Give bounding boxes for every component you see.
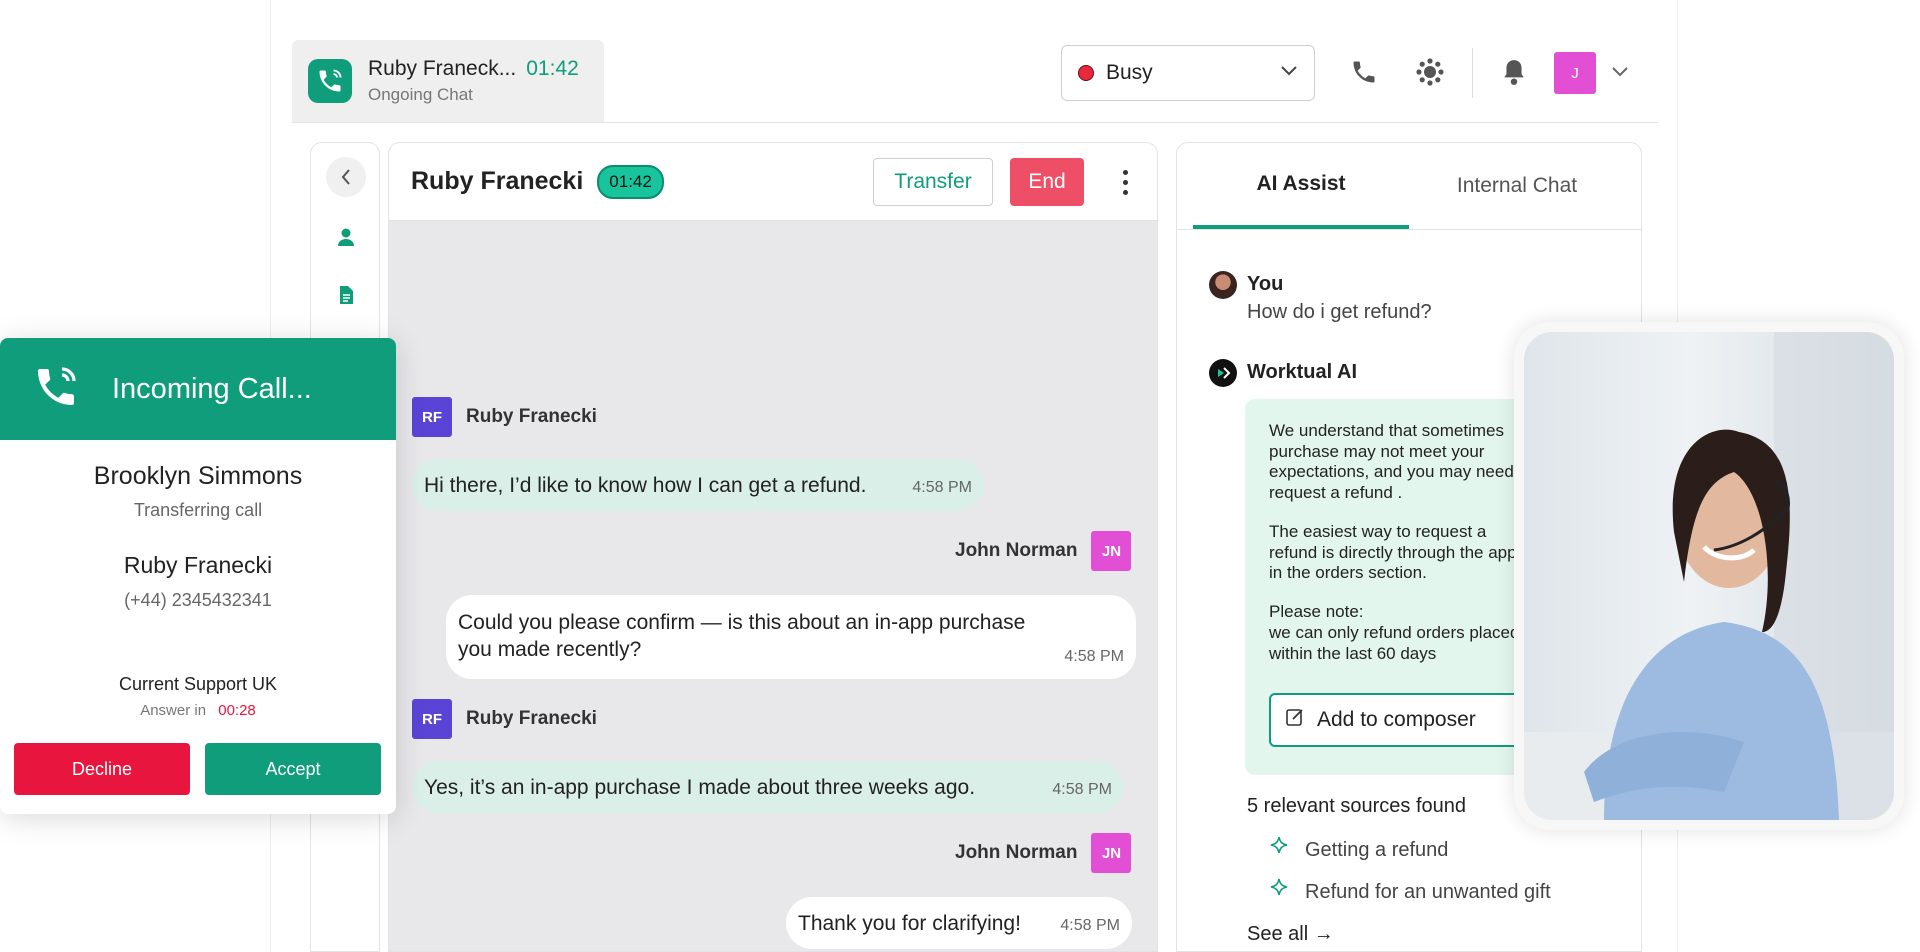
user-message-text: How do i get refund? [1247,301,1432,323]
answer-countdown: Answer in 00:28 [0,702,396,719]
message-bubble: Hi there, I’d like to know how I can get… [412,459,984,511]
status-label: Busy [1106,61,1153,84]
see-all-link[interactable]: See all → [1247,923,1334,946]
source-label: Refund for an unwanted gift [1305,880,1551,903]
call-contact-phone: (+44) 2345432341 [124,590,272,610]
topbar-separator [1472,48,1473,98]
add-to-composer-label: Add to composer [1317,708,1476,731]
user-icon[interactable] [326,217,366,257]
user-avatar[interactable]: J [1554,52,1596,94]
source-item[interactable]: Getting a refund [1267,835,1448,865]
caller-status: Transferring call [133,500,263,520]
transfer-button[interactable]: Transfer [873,158,993,206]
end-button[interactable]: End [1010,158,1084,206]
call-contact-name: Ruby Franecki [123,552,273,578]
chat-timer-badge: 01:42 [597,164,664,199]
sender-badge: RF [412,397,452,437]
tab-ai-assist[interactable]: AI Assist [1193,143,1409,229]
message-text: Could you please confirm — is this about… [458,611,1026,662]
message-text: Thank you for clarifying! [798,912,1021,935]
incoming-call-header: Incoming Call... [0,338,396,440]
message-bubble: Could you please confirm — is this about… [446,595,1136,679]
sparkle-icon [1267,877,1291,907]
call-queue: Current Support UK [118,674,278,694]
status-dropdown[interactable]: Busy [1061,45,1315,101]
answer-in-label: Answer in [140,702,207,719]
incoming-call-card: Incoming Call... Brooklyn Simmons Transf… [0,338,396,814]
sender-badge: JN [1091,531,1132,571]
message-text: Hi there, I’d like to know how I can get… [424,474,867,497]
bot-message-name: Worktual AI [1247,361,1358,383]
user-avatar [1209,271,1237,299]
answer-paragraph: The easiest way to request a refund is d… [1269,521,1517,583]
answer-in-time: 00:28 [218,702,256,719]
worktual-ai-logo-icon [1209,359,1237,387]
decline-button[interactable]: Decline [14,743,190,795]
add-to-composer-button[interactable]: Add to composer [1269,693,1529,747]
user-message-name: You [1247,273,1284,295]
document-icon[interactable] [326,275,366,315]
active-tab-timer: 01:42 [526,57,579,80]
accept-button[interactable]: Accept [205,743,381,795]
status-dot [1078,65,1094,81]
message-time: 4:58 PM [1064,648,1124,665]
answer-paragraph: We understand that sometimes purchase ma… [1269,421,1514,503]
chevron-down-icon [1280,64,1298,82]
message-bubble: Thank you for clarifying! 4:58 PM [786,897,1132,949]
edit-icon [1285,707,1305,733]
bell-icon[interactable] [1498,56,1530,88]
message-text: Yes, it’s an in-app purchase I made abou… [424,776,976,799]
sender-badge: JN [1091,833,1132,873]
active-tab-name: Ruby Franeck... [368,57,517,80]
chat-panel: Ruby Franecki 01:42 Transfer End RF Ruby… [388,142,1158,952]
sparkle-icon [1267,835,1291,865]
answer-note-text: we can only refund orders placed within … [1269,622,1520,663]
caller-name: Brooklyn Simmons [93,462,303,490]
message-sender: RF Ruby Franecki [412,397,597,437]
chat-header: Ruby Franecki 01:42 Transfer End [389,143,1157,221]
answer-note-label: Please note: [1269,602,1364,622]
message-time: 4:58 PM [1052,781,1112,798]
source-label: Getting a refund [1305,838,1449,861]
sender-name: Ruby Franecki [466,406,597,427]
active-call-tab[interactable]: Ruby Franeck... 01:42 Ongoing Chat [292,40,604,122]
chat-contact-name: Ruby Franecki [411,167,584,195]
message-time: 4:58 PM [912,479,972,496]
active-tab-subtitle: Ongoing Chat [368,85,473,104]
tab-divider [1177,229,1641,230]
phone-icon[interactable] [1348,56,1380,88]
sender-name: Ruby Franecki [466,708,597,729]
sources-title: 5 relevant sources found [1247,795,1467,817]
more-options-icon[interactable] [1113,165,1137,199]
message-sender: John Norman JN [955,833,1132,873]
source-item[interactable]: Refund for an unwanted gift [1267,877,1551,907]
sender-badge: RF [412,699,452,739]
topbar-divider [292,122,1658,123]
chevron-down-icon[interactable] [1604,56,1636,88]
sender-name: John Norman [955,540,1078,561]
message-sender: John Norman JN [955,531,1132,571]
phone-ringing-icon [32,363,80,416]
message-sender: RF Ruby Franecki [412,699,597,739]
sender-name: John Norman [955,842,1078,863]
incoming-call-title: Incoming Call... [112,372,312,405]
tab-internal-chat[interactable]: Internal Chat [1409,143,1625,229]
message-time: 4:58 PM [1060,917,1120,934]
chevron-left-icon[interactable] [326,157,366,197]
agent-photo [1524,332,1894,820]
settings-icon[interactable] [1414,56,1446,88]
agent-photo-card [1514,322,1904,830]
phone-ringing-icon [308,59,352,103]
message-bubble: Yes, it’s an in-app purchase I made abou… [412,761,1124,813]
